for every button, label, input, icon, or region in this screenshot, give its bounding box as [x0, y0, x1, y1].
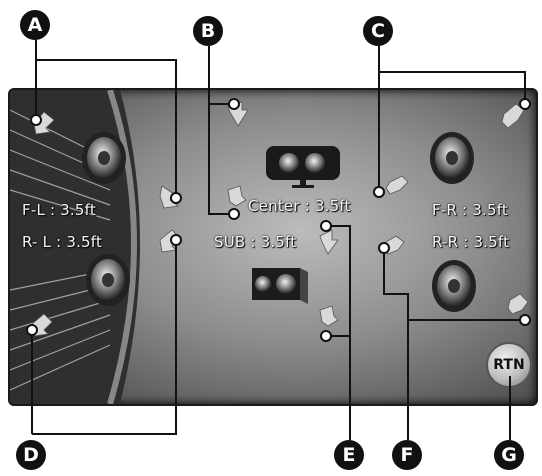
callout-e: E — [334, 440, 364, 470]
callout-d: D — [16, 440, 46, 470]
callout-a: A — [20, 10, 50, 40]
callout-b: B — [193, 16, 223, 46]
callout-g: G — [494, 440, 524, 470]
callout-f: F — [392, 440, 422, 470]
callout-c: C — [363, 16, 393, 46]
callout-lines — [26, 40, 531, 440]
